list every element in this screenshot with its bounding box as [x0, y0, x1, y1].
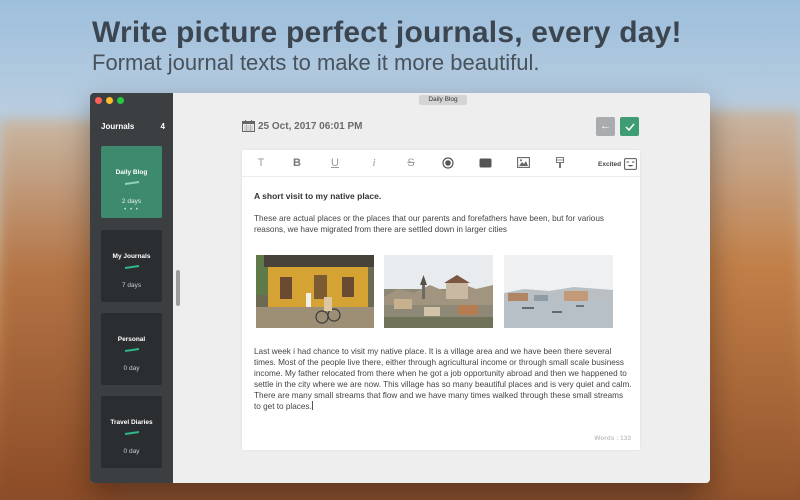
highlight-icon — [479, 158, 492, 168]
color-circle-icon — [442, 157, 454, 169]
text-cursor — [311, 401, 313, 410]
entry-title: A short visit to my native place. — [254, 191, 382, 201]
calendar-icon — [242, 120, 255, 132]
entry-paragraph: These are actual places or the places th… — [254, 214, 604, 234]
word-count: Words : 133 — [594, 435, 631, 442]
italic-button[interactable]: i — [369, 157, 379, 170]
entry-body-text: Last week i had chance to visit my nativ… — [254, 347, 632, 411]
journal-card-title: Personal — [117, 336, 146, 343]
more-dots-icon[interactable]: • • • — [101, 207, 162, 213]
window-title: Daily Blog — [419, 95, 467, 105]
journal-card-count: 0 day — [123, 365, 140, 372]
journal-card-travel-diaries[interactable]: Travel Diaries 0 day — [101, 396, 162, 468]
hero-subtitle: Format journal texts to make it more bea… — [92, 50, 540, 75]
hero-title: Write picture perfect journals, every da… — [92, 16, 682, 49]
journal-card-title: Travel Diaries — [110, 419, 153, 426]
journal-card-title: Daily Blog — [115, 169, 148, 176]
entry-paragraph: Last week i had chance to visit my nativ… — [254, 346, 632, 412]
photo-lake-boats[interactable] — [504, 255, 613, 328]
journal-card-personal[interactable]: Personal 0 day — [101, 313, 162, 385]
journals-count: 4 — [160, 122, 165, 131]
sidebar-header: Journals 4 — [101, 122, 165, 131]
journal-card-accent — [125, 265, 139, 269]
journal-card-accent — [125, 181, 139, 185]
checkmark-icon — [624, 123, 635, 131]
highlight-button[interactable] — [479, 157, 492, 170]
strikethrough-button[interactable]: S — [406, 157, 416, 170]
sidebar-resize-handle[interactable] — [176, 270, 180, 306]
journal-editor[interactable]: T B U i S Excited A short visit to my na… — [242, 150, 640, 450]
journal-card-accent — [125, 431, 139, 435]
minimize-window-button[interactable] — [106, 97, 113, 104]
close-window-button[interactable] — [95, 97, 102, 104]
journal-card-count: 2 days — [121, 198, 142, 205]
journal-card-my-journals[interactable]: My Journals 7 days — [101, 230, 162, 302]
photo-image — [256, 255, 374, 328]
emoji-face-icon — [624, 158, 638, 170]
journal-card-daily-blog[interactable]: Daily Blog 2 days • • • — [101, 146, 162, 218]
photo-image — [504, 255, 613, 328]
save-button[interactable] — [620, 117, 639, 136]
back-button[interactable]: ← — [596, 117, 615, 136]
sidebar: Journals 4 Daily Blog 2 days • • • My Jo… — [90, 93, 173, 483]
photo-image — [384, 255, 493, 328]
bold-button[interactable]: B — [292, 157, 302, 170]
paint-brush-icon — [556, 157, 564, 168]
format-toolbar: T B U i S Excited — [242, 150, 640, 177]
journal-card-count: 0 day — [123, 448, 140, 455]
journal-card-title: My Journals — [112, 253, 151, 260]
journals-heading: Journals — [101, 122, 135, 131]
arrow-left-icon: ← — [600, 120, 611, 132]
zoom-window-button[interactable] — [117, 97, 124, 104]
text-style-button[interactable]: T — [256, 157, 266, 170]
clear-format-button[interactable] — [555, 157, 565, 170]
photo-yellow-house[interactable] — [256, 255, 374, 328]
text-color-button[interactable] — [442, 157, 454, 170]
journal-card-accent — [125, 348, 139, 352]
mood-selector[interactable]: Excited — [598, 158, 638, 170]
insert-image-button[interactable] — [517, 157, 530, 170]
mood-label: Excited — [598, 160, 622, 168]
photo-castle-village[interactable] — [384, 255, 493, 328]
app-window: Journals 4 Daily Blog 2 days • • • My Jo… — [90, 93, 710, 483]
underline-button[interactable]: U — [330, 157, 340, 170]
entry-date-row[interactable]: 25 Oct, 2017 06:01 PM — [242, 120, 363, 132]
journal-card-count: 7 days — [121, 282, 142, 289]
image-icon — [517, 157, 530, 168]
entry-date: 25 Oct, 2017 06:01 PM — [258, 120, 363, 132]
